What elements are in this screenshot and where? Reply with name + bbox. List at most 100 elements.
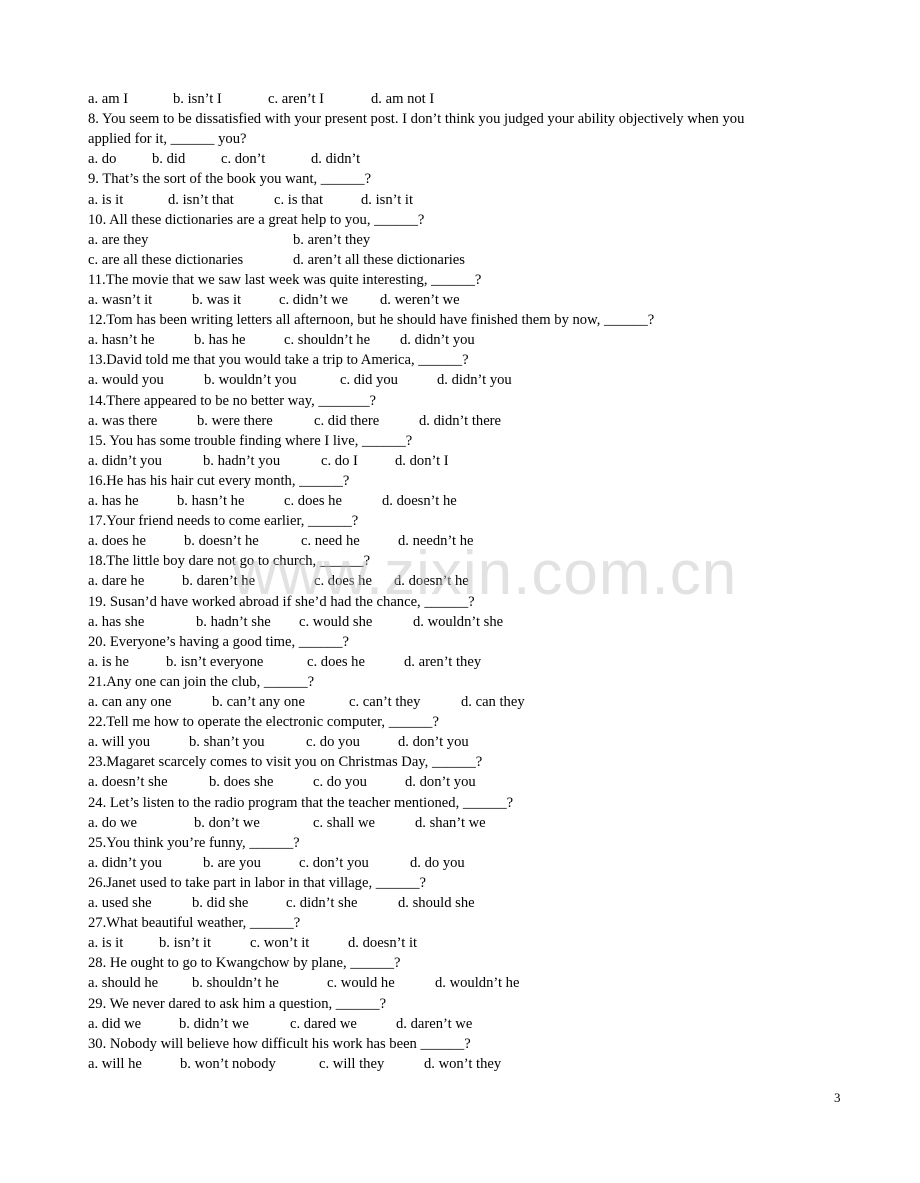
answer-option: a. didn’t you bbox=[88, 855, 162, 871]
question-text: 19. Susan’d have worked abroad if she’d … bbox=[88, 594, 475, 610]
answer-option: c. shall we bbox=[313, 815, 376, 831]
question-text: 15. You has some trouble finding where I… bbox=[88, 433, 413, 449]
answer-option: d. do you bbox=[410, 855, 465, 871]
answer-option: b. has he bbox=[194, 332, 246, 348]
answer-option: b. was it bbox=[192, 292, 242, 308]
answer-option: b. did bbox=[152, 151, 186, 167]
answer-option: b. didn’t we bbox=[179, 1016, 249, 1032]
answer-option: b. don’t we bbox=[194, 815, 260, 831]
answer-option: b. hasn’t he bbox=[177, 493, 245, 509]
answer-option: b. shan’t you bbox=[189, 734, 265, 750]
answer-option: d. doesn’t he bbox=[394, 573, 469, 589]
answer-option: a. will he bbox=[88, 1056, 142, 1072]
question-text: 30. Nobody will believe how difficult hi… bbox=[88, 1036, 471, 1052]
answer-option: c. did you bbox=[340, 372, 398, 388]
answer-option: d. don’t I bbox=[395, 453, 449, 469]
question-text: 18.The little boy dare not go to church,… bbox=[88, 553, 371, 569]
answer-option: c. didn’t we bbox=[279, 292, 349, 308]
answer-option: c. don’t bbox=[221, 151, 266, 167]
question-text: 26.Janet used to take part in labor in t… bbox=[88, 875, 427, 891]
answer-option: c. do you bbox=[306, 734, 360, 750]
answer-option: b. won’t nobody bbox=[180, 1056, 276, 1072]
answer-option: d. didn’t bbox=[311, 151, 361, 167]
answer-option: a. would you bbox=[88, 372, 164, 388]
answer-option: c. need he bbox=[301, 533, 360, 549]
answer-option: d. doesn’t it bbox=[348, 935, 418, 951]
answer-option: c. does he bbox=[314, 573, 372, 589]
question-text: 11.The movie that we saw last week was q… bbox=[88, 272, 482, 288]
answer-option: b. isn’t I bbox=[173, 91, 222, 107]
answer-option: c. won’t it bbox=[250, 935, 310, 951]
answer-option: b. hadn’t you bbox=[203, 453, 281, 469]
question-text: 8. You seem to be dissatisfied with your… bbox=[88, 111, 745, 127]
answer-option: a. can any one bbox=[88, 694, 172, 710]
answer-option: c. did there bbox=[314, 413, 380, 429]
question-text: 29. We never dared to ask him a question… bbox=[88, 996, 387, 1012]
answer-option: c. do I bbox=[321, 453, 358, 469]
answer-option: d. isn’t that bbox=[168, 192, 234, 208]
document-page: a. am I b. isn’t I c. aren’t I d. am not I 8… bbox=[0, 0, 920, 1183]
answer-option: d. needn’t he bbox=[398, 533, 474, 549]
question-text: 28. He ought to go to Kwangchow by plane… bbox=[88, 955, 401, 971]
answer-option: b. wouldn’t you bbox=[204, 372, 297, 388]
question-text: 20. Everyone’s having a good time, _____… bbox=[88, 634, 350, 650]
answer-option: a. has she bbox=[88, 614, 145, 630]
answer-option: d. aren’t they bbox=[404, 654, 482, 670]
answer-option: c. don’t you bbox=[299, 855, 369, 871]
answer-option: d. should she bbox=[398, 895, 475, 911]
question-text: 22.Tell me how to operate the electronic… bbox=[88, 714, 439, 730]
answer-option: b. can’t any one bbox=[212, 694, 305, 710]
answer-option: d. daren’t we bbox=[396, 1016, 473, 1032]
answer-option: b. isn’t it bbox=[159, 935, 212, 951]
answer-option: c. can’t they bbox=[349, 694, 421, 710]
question-text: 13.David told me that you would take a t… bbox=[88, 352, 469, 368]
answer-option: b. doesn’t he bbox=[184, 533, 259, 549]
answer-option: a. is he bbox=[88, 654, 129, 670]
answer-option: a. is it bbox=[88, 935, 124, 951]
answer-option: d. won’t they bbox=[424, 1056, 502, 1072]
answer-option: c. didn’t she bbox=[286, 895, 358, 911]
answer-option: a. should he bbox=[88, 975, 159, 991]
answer-option: b. aren’t they bbox=[293, 232, 371, 248]
page-number: 3 bbox=[834, 1090, 841, 1105]
answer-option: c. does he bbox=[307, 654, 365, 670]
question-text: 12.Tom has been writing letters all afte… bbox=[88, 312, 655, 328]
answer-option: c. do you bbox=[313, 774, 367, 790]
answer-option: a. do bbox=[88, 151, 117, 167]
answer-option: d. wouldn’t he bbox=[435, 975, 520, 991]
answer-option: d. weren’t we bbox=[380, 292, 460, 308]
answer-option: c. will they bbox=[319, 1056, 385, 1072]
answer-option: b. are you bbox=[203, 855, 261, 871]
question-text: 10. All these dictionaries are a great h… bbox=[88, 212, 425, 228]
answer-option: a. is it bbox=[88, 192, 124, 208]
answer-option: a. wasn’t it bbox=[88, 292, 153, 308]
answer-option: c. would he bbox=[327, 975, 395, 991]
question-text: applied for it, ______ you? bbox=[88, 131, 247, 147]
answer-option: d. don’t you bbox=[405, 774, 476, 790]
answer-option: a. didn’t you bbox=[88, 453, 162, 469]
answer-option: d. aren’t all these dictionaries bbox=[293, 252, 465, 268]
answer-option: d. am not I bbox=[371, 91, 435, 107]
answer-option: d. isn’t it bbox=[361, 192, 414, 208]
answer-option: c. shouldn’t he bbox=[284, 332, 371, 348]
answer-option: d. doesn’t he bbox=[382, 493, 457, 509]
answer-option: d. shan’t we bbox=[415, 815, 486, 831]
answer-option: b. isn’t everyone bbox=[166, 654, 264, 670]
answer-option: c. are all these dictionaries bbox=[88, 252, 244, 268]
answer-option: c. dared we bbox=[290, 1016, 357, 1032]
answer-option: a. do we bbox=[88, 815, 138, 831]
answer-option: c. is that bbox=[274, 192, 324, 208]
answer-option: d. don’t you bbox=[398, 734, 469, 750]
question-text: 23.Magaret scarcely comes to visit you o… bbox=[88, 754, 483, 770]
answer-option: a. am I bbox=[88, 91, 129, 107]
answer-option: a. was there bbox=[88, 413, 158, 429]
answer-option: d. didn’t you bbox=[400, 332, 475, 348]
question-text: 25.You think you’re funny, ______? bbox=[88, 835, 300, 851]
answer-option: b. does she bbox=[209, 774, 274, 790]
answer-option: a. doesn’t she bbox=[88, 774, 168, 790]
answer-option: a. has he bbox=[88, 493, 139, 509]
answer-option: b. hadn’t she bbox=[196, 614, 271, 630]
question-text: 9. That’s the sort of the book you want,… bbox=[88, 171, 372, 187]
question-text: 14.There appeared to be no better way, _… bbox=[88, 393, 376, 409]
answer-option: a. hasn’t he bbox=[88, 332, 155, 348]
